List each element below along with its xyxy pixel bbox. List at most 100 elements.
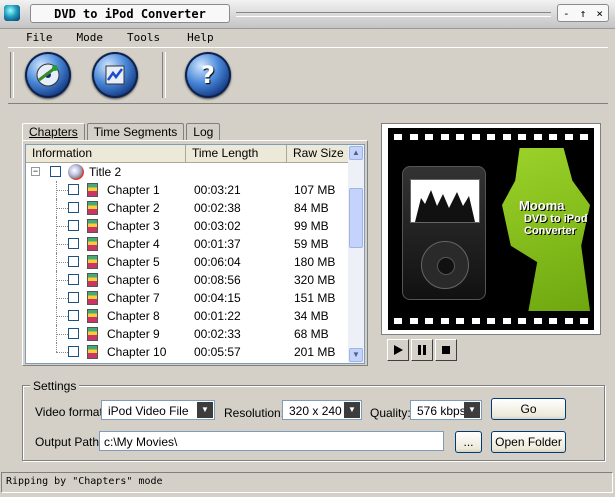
video-format-select[interactable]: iPod Video File ▼ [101, 400, 215, 420]
table-row[interactable]: Chapter 5 00:06:04 180 MB [26, 253, 349, 271]
chapter-checkbox[interactable] [68, 274, 79, 285]
open-dvd-button[interactable] [25, 52, 71, 98]
list-scrollbar[interactable]: ▲ ▼ [348, 145, 364, 363]
column-raw-size[interactable]: Raw Size [287, 145, 349, 162]
film-chapter-icon [87, 255, 98, 269]
help-icon: ? [201, 61, 215, 89]
chapter-name: Chapter 4 [107, 237, 160, 251]
chapter-name: Chapter 8 [107, 309, 160, 323]
film-perforation [487, 134, 495, 140]
output-path-input[interactable]: c:\My Movies\ [99, 431, 444, 451]
dropdown-arrow-icon[interactable]: ▼ [197, 402, 213, 418]
menu-file[interactable]: File [26, 29, 53, 47]
tree-line [56, 244, 68, 245]
app-window: DVD to iPod Converter - ↑ × File Mode To… [0, 0, 615, 497]
film-chapter-icon [87, 309, 98, 323]
chapter-time: 00:03:02 [194, 219, 241, 233]
scroll-up-icon[interactable]: ▲ [349, 146, 363, 160]
minimize-button[interactable]: - [563, 7, 570, 20]
film-perforation [518, 134, 526, 140]
quality-select[interactable]: 576 kbps ▼ [410, 400, 482, 420]
film-chapter-icon [87, 237, 98, 251]
film-perforation [440, 318, 449, 324]
column-time-length[interactable]: Time Length [186, 145, 287, 162]
tree-line [56, 343, 57, 352]
chapter-size: 99 MB [294, 219, 329, 233]
table-row[interactable]: Chapter 6 00:08:56 320 MB [26, 271, 349, 289]
chapter-checkbox[interactable] [68, 256, 79, 267]
player-controls [387, 339, 459, 361]
open-folder-button[interactable]: Open Folder [491, 431, 566, 453]
menu-tools[interactable]: Tools [127, 29, 160, 47]
chapter-size: 201 MB [294, 345, 336, 359]
toolbar-separator [162, 52, 166, 98]
film-perforation [471, 318, 480, 324]
stop-button[interactable] [435, 339, 457, 361]
scroll-thumb[interactable] [349, 188, 363, 248]
chapter-checkbox[interactable] [68, 310, 79, 321]
quality-value: 576 kbps [417, 404, 466, 418]
tab-time-segments[interactable]: Time Segments [86, 123, 185, 140]
convert-icon [105, 65, 125, 85]
dropdown-arrow-icon[interactable]: ▼ [344, 402, 360, 418]
browse-button[interactable]: ... [455, 431, 482, 453]
stop-icon [442, 346, 450, 354]
dropdown-arrow-icon[interactable]: ▼ [464, 402, 480, 418]
close-button[interactable]: × [596, 7, 603, 20]
help-button[interactable]: ? [185, 52, 231, 98]
table-row[interactable]: Chapter 8 00:01:22 34 MB [26, 307, 349, 325]
convert-button[interactable] [92, 52, 138, 98]
app-icon[interactable] [4, 5, 20, 21]
quality-label: Quality: [370, 406, 411, 420]
menu-mode[interactable]: Mode [77, 29, 104, 47]
chapter-checkbox[interactable] [68, 238, 79, 249]
chapter-size: 34 MB [294, 309, 329, 323]
scroll-down-icon[interactable]: ▼ [349, 348, 363, 362]
film-perforation [409, 134, 418, 140]
table-row[interactable]: Chapter 10 00:05:57 201 MB [26, 343, 349, 361]
table-row[interactable]: Chapter 7 00:04:15 151 MB [26, 289, 349, 307]
menu-bar: File Mode Tools Help [0, 29, 615, 47]
open-dvd-icon [36, 63, 60, 87]
toolbar-grip [10, 52, 14, 98]
title-bar[interactable]: DVD to iPod Converter - ↑ × [0, 0, 615, 29]
chapter-size: 320 MB [294, 273, 336, 287]
output-path-label: Output Path [35, 435, 100, 449]
chapter-name: Chapter 7 [107, 291, 160, 305]
column-information[interactable]: Information [26, 145, 186, 162]
table-row[interactable]: Chapter 3 00:03:02 99 MB [26, 217, 349, 235]
chapter-checkbox[interactable] [68, 292, 79, 303]
chapters-panel: Information Time Length Raw Size − Title… [22, 140, 368, 366]
film-perforation [440, 134, 449, 140]
pause-button[interactable] [411, 339, 433, 361]
tab-chapters[interactable]: Chapters [22, 123, 85, 141]
tree-line [56, 316, 68, 317]
tree-line [56, 334, 68, 335]
table-row[interactable]: Chapter 1 00:03:21 107 MB [26, 181, 349, 199]
tab-log[interactable]: Log [186, 123, 221, 140]
menu-help[interactable]: Help [187, 29, 214, 47]
play-button[interactable] [387, 339, 409, 361]
film-chapter-icon [87, 201, 98, 215]
go-button[interactable]: Go [491, 398, 566, 420]
chapter-checkbox[interactable] [68, 346, 79, 357]
film-perforation [549, 134, 557, 140]
film-perforation [502, 134, 511, 140]
title-checkbox[interactable] [50, 166, 61, 177]
table-row[interactable]: Chapter 2 00:02:38 84 MB [26, 199, 349, 217]
collapse-toggle[interactable]: − [31, 167, 40, 176]
chapter-checkbox[interactable] [68, 184, 79, 195]
chapter-checkbox[interactable] [68, 328, 79, 339]
chapter-checkbox[interactable] [68, 202, 79, 213]
title-row[interactable]: − Title 2 [26, 163, 349, 181]
table-row[interactable]: Chapter 9 00:02:33 68 MB [26, 325, 349, 343]
film-chapter-icon [87, 219, 98, 233]
film-chapter-icon [87, 327, 98, 341]
chapter-checkbox[interactable] [68, 220, 79, 231]
resolution-select[interactable]: 320 x 240 ▼ [282, 400, 362, 420]
film-chapter-icon [87, 273, 98, 287]
chapter-list[interactable]: Information Time Length Raw Size − Title… [25, 144, 365, 364]
film-perforation [456, 318, 464, 324]
maximize-button[interactable]: ↑ [580, 7, 587, 20]
table-row[interactable]: Chapter 4 00:01:37 59 MB [26, 235, 349, 253]
